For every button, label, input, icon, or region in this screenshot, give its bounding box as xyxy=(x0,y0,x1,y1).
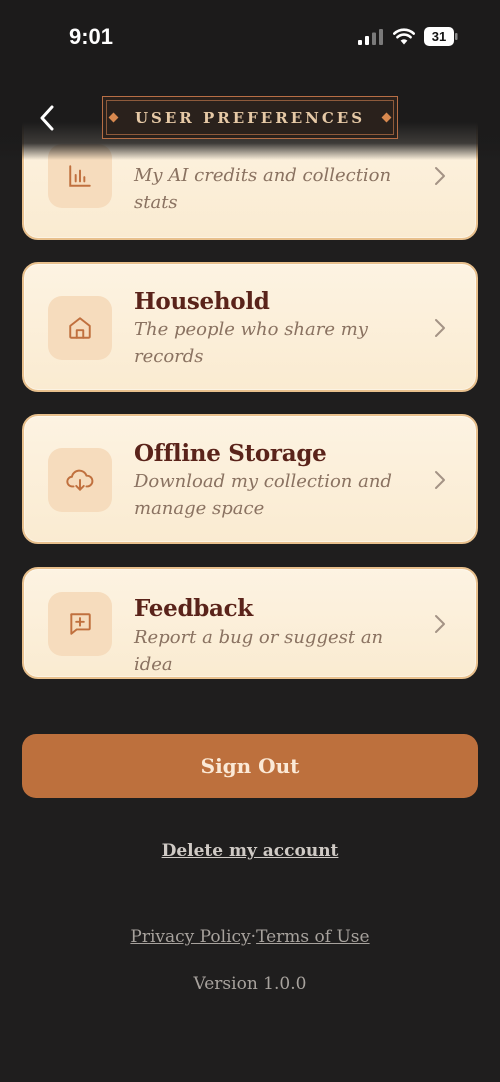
cloud-download-icon xyxy=(66,469,94,491)
card-subtitle: Download my collection and manage space xyxy=(134,471,392,519)
card-offline-storage[interactable]: Offline Storage Download my collection a… xyxy=(22,414,478,544)
card-icon-box xyxy=(48,448,112,512)
wifi-icon xyxy=(393,28,415,45)
diamond-ornament-icon xyxy=(108,112,119,123)
card-title: Household xyxy=(134,288,270,315)
card-icon-box xyxy=(48,296,112,360)
card-subtitle: The people who share my records xyxy=(134,319,368,367)
title-plate: USER PREFERENCES xyxy=(102,96,398,139)
cellular-signal-icon xyxy=(358,29,383,45)
chevron-right-icon xyxy=(435,615,445,633)
card-household[interactable]: Household The people who share my record… xyxy=(22,262,478,392)
privacy-policy-link[interactable]: Privacy Policy xyxy=(130,927,250,947)
chevron-right-icon xyxy=(435,319,445,337)
footer-links: Privacy Policy·Terms of Use xyxy=(0,927,500,947)
card-icon-box xyxy=(48,592,112,656)
battery-level: 31 xyxy=(431,29,447,44)
card-subtitle: Report a bug or suggest an idea xyxy=(134,627,384,675)
diamond-ornament-icon xyxy=(381,112,392,123)
card-title: Offline Storage xyxy=(134,440,327,467)
screen: 9:01 31 USER PREFERENCES My AI credits a… xyxy=(0,0,500,1082)
chevron-left-icon xyxy=(40,105,54,131)
home-icon xyxy=(69,317,91,339)
app-version: Version 1.0.0 xyxy=(193,974,307,994)
bar-chart-icon xyxy=(69,165,91,187)
card-title: Feedback xyxy=(134,595,253,622)
header: USER PREFERENCES xyxy=(0,76,500,160)
delete-account-row: Delete my account xyxy=(0,841,500,861)
terms-of-use-link[interactable]: Terms of Use xyxy=(256,927,370,947)
sign-out-button[interactable]: Sign Out xyxy=(22,734,478,798)
page-title: USER PREFERENCES xyxy=(134,108,366,127)
status-time: 9:01 xyxy=(69,24,114,49)
chevron-right-icon xyxy=(435,471,445,489)
back-button[interactable] xyxy=(30,100,64,136)
message-plus-icon xyxy=(70,613,91,635)
status-bar: 9:01 31 xyxy=(0,0,500,76)
card-feedback[interactable]: Feedback Report a bug or suggest an idea xyxy=(22,567,478,679)
delete-account-link[interactable]: Delete my account xyxy=(162,841,339,861)
card-subtitle: My AI credits and collection stats xyxy=(134,165,392,213)
chevron-right-icon xyxy=(435,167,445,185)
